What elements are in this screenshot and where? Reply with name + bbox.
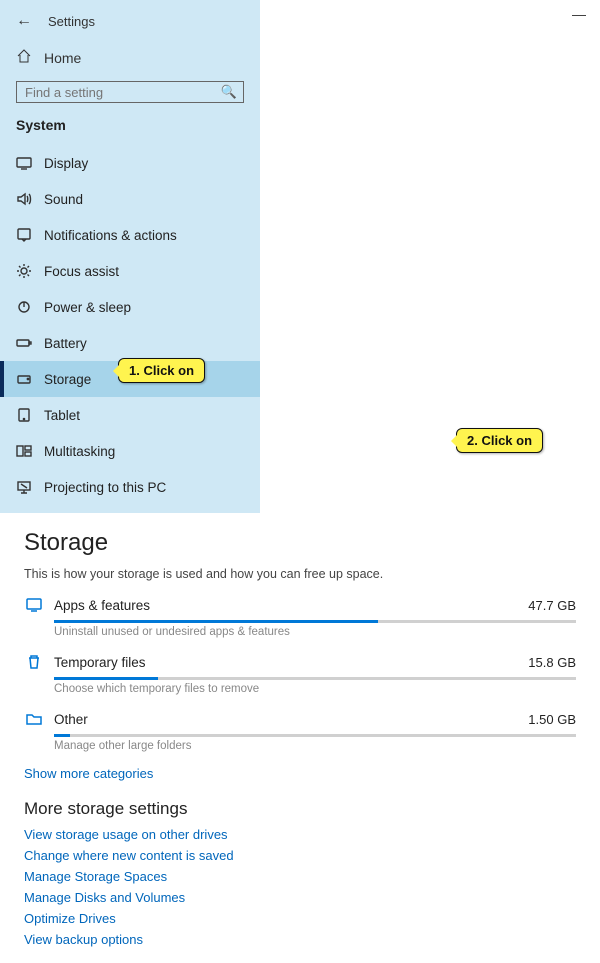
tablet-icon: [16, 407, 32, 423]
search-input-wrap[interactable]: 🔍: [16, 81, 244, 103]
sound-icon: [16, 191, 32, 207]
nav-focus-assist[interactable]: Focus assist: [0, 253, 260, 289]
link-view-other-drives[interactable]: View storage usage on other drives: [24, 827, 576, 842]
nav-power-sleep[interactable]: Power & sleep: [0, 289, 260, 325]
home-label: Home: [44, 50, 81, 66]
battery-icon: [16, 335, 32, 351]
category-name: Temporary files: [54, 655, 518, 670]
notifications-icon: [16, 227, 32, 243]
nav-label: Sound: [44, 192, 83, 207]
folder-icon: [24, 709, 44, 729]
nav-label: Tablet: [44, 408, 80, 423]
link-backup-options[interactable]: View backup options: [24, 932, 576, 947]
nav-label: Multitasking: [44, 444, 115, 459]
link-disks-volumes[interactable]: Manage Disks and Volumes: [24, 890, 576, 905]
trash-icon: [24, 652, 44, 672]
category-name: Apps & features: [54, 598, 518, 613]
page-description: This is how your storage is used and how…: [24, 567, 576, 581]
category-hint: Manage other large folders: [54, 740, 576, 752]
nav-display[interactable]: Display: [0, 145, 260, 181]
category-size: 1.50 GB: [528, 712, 576, 727]
power-icon: [16, 299, 32, 315]
annotation-callout-2: 2. Click on: [456, 428, 543, 453]
nav-label: Notifications & actions: [44, 228, 177, 243]
category-hint: Uninstall unused or undesired apps & fea…: [54, 626, 576, 638]
category-hint: Choose which temporary files to remove: [54, 683, 576, 695]
link-optimize-drives[interactable]: Optimize Drives: [24, 911, 576, 926]
search-icon: 🔍: [215, 84, 243, 100]
multitasking-icon: [16, 443, 32, 459]
category-size: 15.8 GB: [528, 655, 576, 670]
search-input[interactable]: [17, 85, 215, 100]
focus-icon: [16, 263, 32, 279]
nav-label: Focus assist: [44, 264, 119, 279]
link-change-save-location[interactable]: Change where new content is saved: [24, 848, 576, 863]
nav-multitasking[interactable]: Multitasking: [0, 433, 260, 469]
nav-label: Power & sleep: [44, 300, 131, 315]
home-nav[interactable]: Home: [0, 40, 260, 75]
storage-icon: [16, 371, 32, 387]
section-heading: System: [0, 113, 260, 145]
minimize-button[interactable]: —: [572, 6, 586, 22]
projecting-icon: [16, 479, 32, 495]
annotation-callout-1: 1. Click on: [118, 358, 205, 383]
page-title: Storage: [24, 529, 576, 557]
nav-tablet[interactable]: Tablet: [0, 397, 260, 433]
nav-label: Battery: [44, 336, 87, 351]
show-more-link[interactable]: Show more categories: [24, 766, 576, 781]
nav-battery[interactable]: Battery: [0, 325, 260, 361]
usage-bar: [54, 734, 576, 737]
nav-label: Storage: [44, 372, 91, 387]
nav-label: Projecting to this PC: [44, 480, 166, 495]
category-temp[interactable]: Temporary files 15.8 GB Choose which tem…: [24, 652, 576, 695]
category-name: Other: [54, 712, 518, 727]
link-storage-spaces[interactable]: Manage Storage Spaces: [24, 869, 576, 884]
apps-icon: [24, 595, 44, 615]
window-title: Settings: [48, 14, 95, 29]
nav-notifications[interactable]: Notifications & actions: [0, 217, 260, 253]
nav-sound[interactable]: Sound: [0, 181, 260, 217]
usage-bar: [54, 620, 576, 623]
more-settings-heading: More storage settings: [24, 799, 576, 819]
nav-label: Display: [44, 156, 88, 171]
home-icon: [16, 48, 32, 67]
category-size: 47.7 GB: [528, 598, 576, 613]
usage-bar: [54, 677, 576, 680]
display-icon: [16, 155, 32, 171]
nav-projecting[interactable]: Projecting to this PC: [0, 469, 260, 505]
category-apps[interactable]: Apps & features 47.7 GB Uninstall unused…: [24, 595, 576, 638]
back-icon[interactable]: ←: [16, 12, 32, 30]
category-other[interactable]: Other 1.50 GB Manage other large folders: [24, 709, 576, 752]
